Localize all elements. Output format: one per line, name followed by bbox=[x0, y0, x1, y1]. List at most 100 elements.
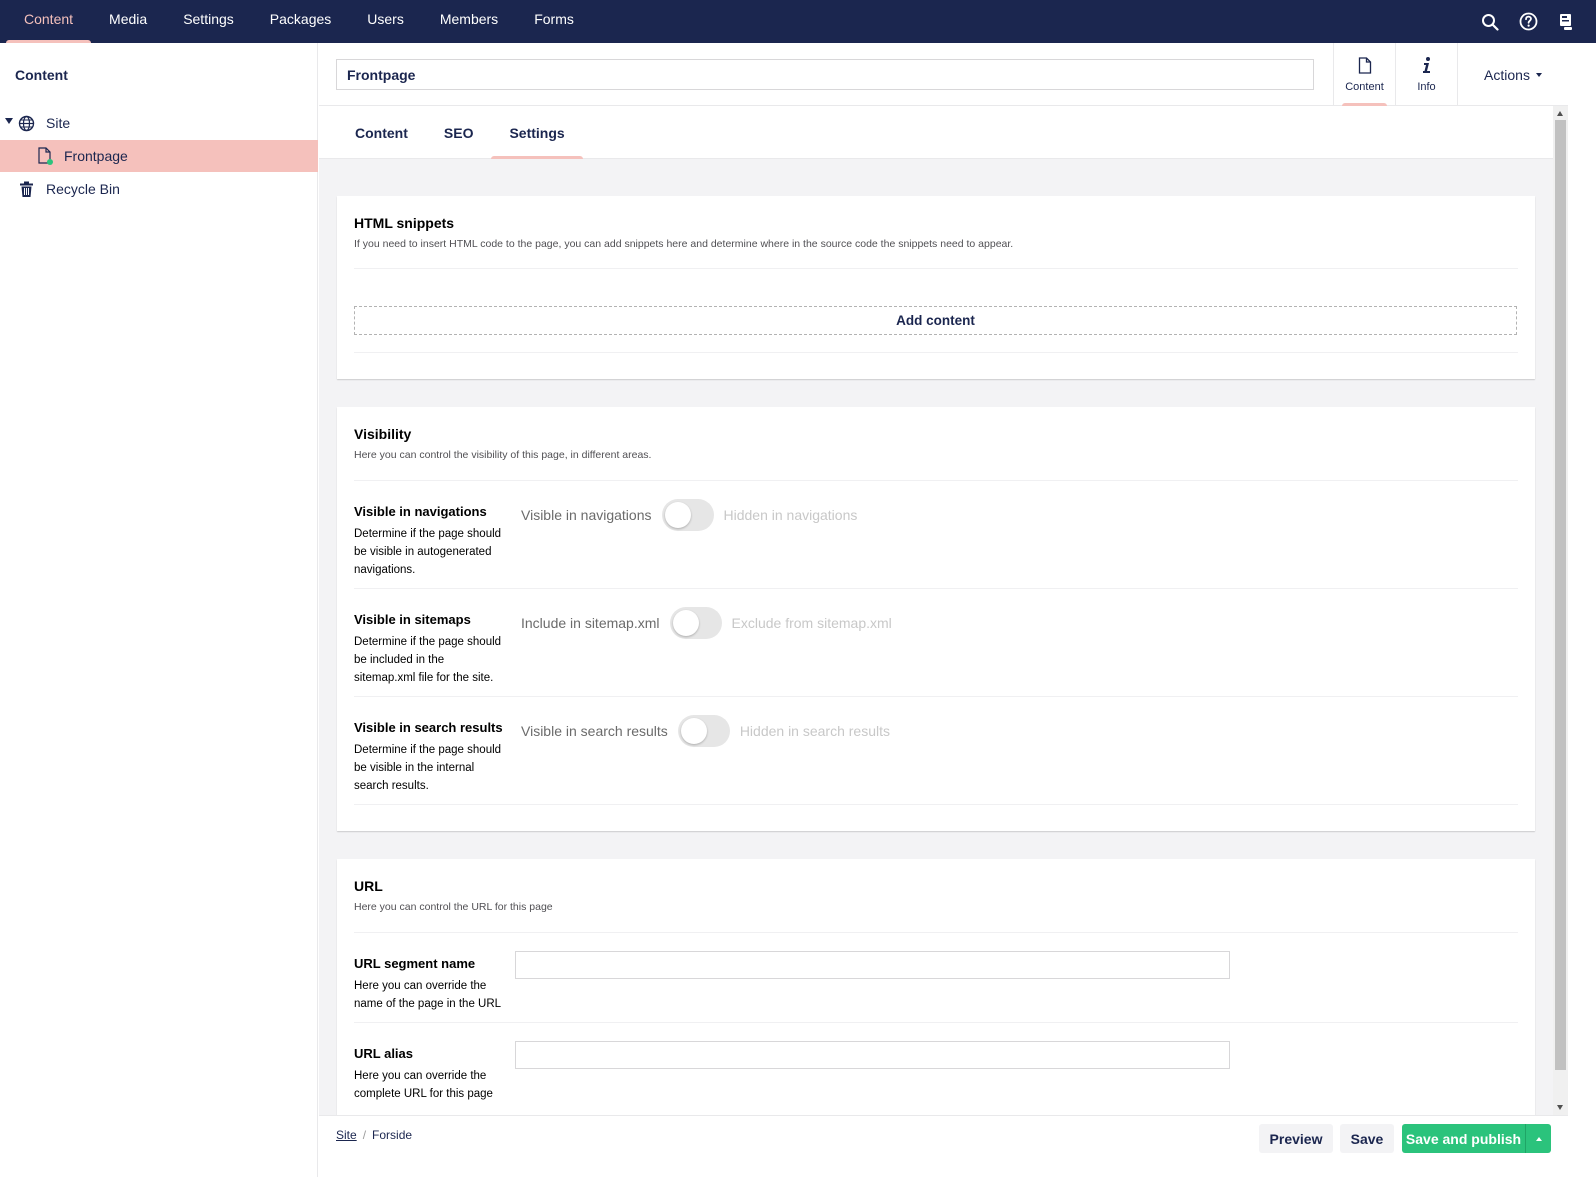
panel-description: Here you can control the URL for this pa… bbox=[354, 901, 553, 913]
editor-header: Content Info Actions bbox=[319, 43, 1568, 106]
add-content-button[interactable]: Add content bbox=[354, 306, 1517, 335]
breadcrumb: Site / Forside bbox=[336, 1128, 412, 1142]
property-description: Here you can override the complete URL f… bbox=[354, 1070, 493, 1100]
tree-item-site[interactable]: Site bbox=[0, 107, 318, 139]
user-avatar-icon[interactable] bbox=[1556, 12, 1576, 32]
toggle-knob bbox=[672, 610, 699, 636]
tab-content[interactable]: Content bbox=[337, 106, 426, 159]
top-icons bbox=[1480, 0, 1576, 43]
panel-title: Visibility bbox=[354, 426, 412, 442]
divider bbox=[354, 804, 1518, 805]
divider bbox=[354, 1022, 1518, 1023]
actions-dropdown-button[interactable]: Actions bbox=[1457, 43, 1568, 106]
property-label: Visible in navigations bbox=[354, 504, 487, 519]
toggle-knob bbox=[664, 502, 691, 528]
app-content-button[interactable]: Content bbox=[1333, 43, 1395, 106]
scroll-up-arrow-icon[interactable] bbox=[1557, 111, 1563, 116]
editor-main: HTML snippets If you need to insert HTML… bbox=[319, 159, 1553, 1115]
caret-down-icon bbox=[1535, 72, 1542, 77]
property-label: Visible in search results bbox=[354, 720, 503, 735]
panel-url: URL Here you can control the URL for thi… bbox=[337, 859, 1535, 1115]
preview-button[interactable]: Preview bbox=[1259, 1124, 1333, 1153]
toggle-knob bbox=[680, 718, 707, 744]
toggle-visible-in-navigations: Visible in navigations Hidden in navigat… bbox=[521, 499, 857, 531]
node-name-input[interactable] bbox=[336, 59, 1314, 90]
toggle-switch[interactable] bbox=[669, 607, 722, 639]
property-label: URL segment name bbox=[354, 956, 476, 971]
editor-footer: Site / Forside Preview Save Save and pub… bbox=[319, 1115, 1568, 1177]
caret-up-icon bbox=[1535, 1136, 1542, 1141]
property-description: Determine if the page should be included… bbox=[354, 636, 502, 684]
help-icon[interactable] bbox=[1518, 12, 1538, 32]
save-and-publish-button[interactable]: Save and publish bbox=[1402, 1124, 1525, 1153]
publish-options-button[interactable] bbox=[1525, 1124, 1551, 1153]
scroll-down-arrow-icon[interactable] bbox=[1557, 1105, 1563, 1110]
save-button[interactable]: Save bbox=[1340, 1124, 1394, 1153]
toggle-switch[interactable] bbox=[661, 499, 714, 531]
panel-html-snippets: HTML snippets If you need to insert HTML… bbox=[337, 196, 1535, 379]
tree-item-label: Recycle Bin bbox=[46, 181, 120, 197]
search-icon[interactable] bbox=[1480, 12, 1500, 32]
toggle-off-label: Hidden in navigations bbox=[723, 507, 858, 523]
section-media[interactable]: Media bbox=[91, 0, 165, 43]
section-content[interactable]: Content bbox=[6, 0, 92, 43]
tab-seo[interactable]: SEO bbox=[426, 106, 492, 159]
toggle-on-label: Visible in navigations bbox=[521, 507, 652, 523]
url-segment-name-input[interactable] bbox=[515, 951, 1230, 979]
panel-description: If you need to insert HTML code to the p… bbox=[354, 238, 1014, 250]
property-label: Visible in sitemaps bbox=[354, 612, 471, 627]
breadcrumb-link-site[interactable]: Site bbox=[336, 1128, 357, 1142]
tree-item-frontpage[interactable]: Frontpage bbox=[0, 140, 318, 172]
scroll-thumb[interactable] bbox=[1555, 120, 1566, 1070]
divider bbox=[354, 268, 1518, 269]
section-packages[interactable]: Packages bbox=[252, 0, 349, 43]
property-label: URL alias bbox=[354, 1046, 414, 1061]
section-forms[interactable]: Forms bbox=[516, 0, 592, 43]
tree-item-label: Frontpage bbox=[64, 148, 128, 164]
content-tree-sidebar: Content Site Frontpage Recycle Bin bbox=[0, 43, 318, 1177]
caret-down-icon[interactable] bbox=[5, 118, 13, 124]
section-settings[interactable]: Settings bbox=[165, 0, 252, 43]
breadcrumb-separator: / bbox=[362, 1128, 367, 1142]
divider bbox=[354, 696, 1518, 697]
panel-visibility: Visibility Here you can control the visi… bbox=[337, 407, 1535, 831]
app-info-button[interactable]: Info bbox=[1395, 43, 1457, 106]
document-icon bbox=[1358, 56, 1372, 77]
property-description: Determine if the page should be visible … bbox=[354, 744, 502, 792]
toggle-visible-in-search-results: Visible in search results Hidden in sear… bbox=[521, 715, 890, 747]
tree-item-recycle-bin[interactable]: Recycle Bin bbox=[0, 173, 318, 205]
tree-item-label: Site bbox=[46, 115, 71, 131]
app-label: Info bbox=[1417, 80, 1436, 93]
toggle-on-label: Visible in search results bbox=[521, 723, 668, 739]
document-icon bbox=[36, 147, 54, 165]
divider bbox=[354, 480, 1518, 481]
tab-settings[interactable]: Settings bbox=[491, 106, 583, 159]
toggle-off-label: Hidden in search results bbox=[739, 723, 890, 739]
actions-label: Actions bbox=[1484, 66, 1530, 83]
panel-description: Here you can control the visibility of t… bbox=[354, 449, 652, 461]
toggle-on-label: Include in sitemap.xml bbox=[521, 615, 660, 631]
info-icon bbox=[1422, 56, 1432, 77]
breadcrumb-current: Forside bbox=[372, 1128, 413, 1142]
section-nav: Content Media Settings Packages Users Me… bbox=[0, 0, 592, 43]
trash-icon bbox=[17, 180, 35, 198]
section-members[interactable]: Members bbox=[422, 0, 516, 43]
divider bbox=[354, 352, 1518, 353]
app-label: Content bbox=[1345, 80, 1384, 93]
divider bbox=[354, 588, 1518, 589]
content-tabs: Content SEO Settings bbox=[319, 106, 1553, 159]
property-description: Here you can override the name of the pa… bbox=[354, 980, 502, 1010]
toggle-switch[interactable] bbox=[677, 715, 730, 747]
section-users[interactable]: Users bbox=[349, 0, 422, 43]
toggle-visible-in-sitemaps: Include in sitemap.xml Exclude from site… bbox=[521, 607, 892, 639]
url-alias-input[interactable] bbox=[515, 1041, 1230, 1069]
panel-title: URL bbox=[354, 878, 383, 894]
sidebar-title: Content bbox=[15, 67, 68, 83]
panel-title: HTML snippets bbox=[354, 215, 455, 231]
property-description: Determine if the page should be visible … bbox=[354, 528, 502, 576]
divider bbox=[354, 932, 1518, 933]
main-scrollbar[interactable] bbox=[1553, 106, 1568, 1115]
globe-icon bbox=[17, 114, 35, 132]
top-navigation-bar: Content Media Settings Packages Users Me… bbox=[0, 0, 1596, 43]
toggle-off-label: Exclude from sitemap.xml bbox=[731, 615, 892, 631]
